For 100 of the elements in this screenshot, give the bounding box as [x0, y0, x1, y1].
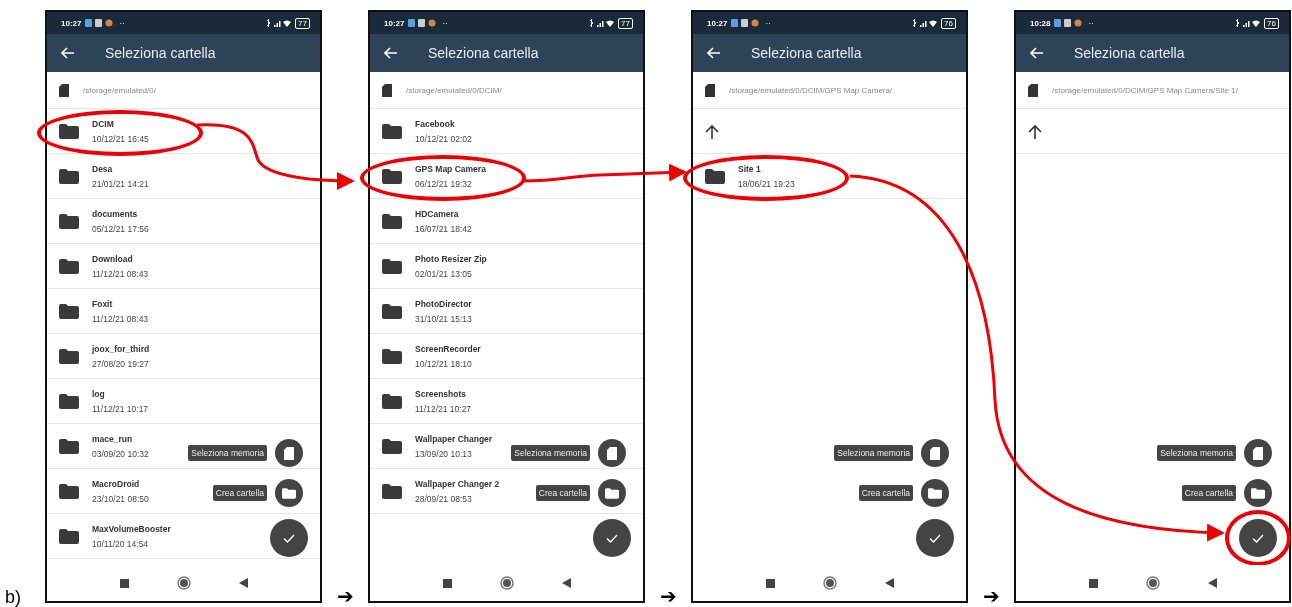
signal-icon: [1234, 18, 1261, 28]
battery-indicator: 76: [1264, 17, 1279, 29]
folder-row[interactable]: Desa 21/01/21 14:21: [47, 154, 320, 199]
folder-row[interactable]: DCIM 10/12/21 16:45: [47, 109, 320, 154]
folder-row[interactable]: HDCamera 16/07/21 18:42: [370, 199, 643, 244]
new-folder-button[interactable]: [921, 479, 949, 507]
recent-apps-icon[interactable]: [765, 578, 775, 588]
signal-icon: [911, 18, 938, 28]
folder-date: 31/10/21 15:13: [415, 313, 472, 324]
folder-name: documents: [92, 208, 139, 219]
tooltip-label: Seleziona memoria: [1157, 445, 1236, 461]
home-icon[interactable]: [822, 576, 837, 590]
folder-icon: [382, 348, 402, 364]
select-storage-button[interactable]: [1244, 439, 1272, 467]
tooltip-label: Seleziona memoria: [511, 445, 590, 461]
folder-row[interactable]: log 11/12/21 10:17: [47, 379, 320, 424]
battery-indicator: 77: [618, 17, 633, 29]
recent-apps-icon[interactable]: [119, 578, 129, 588]
step-arrow: ➔: [658, 585, 678, 607]
folder-name: log: [92, 388, 106, 399]
folder-icon: [382, 303, 402, 319]
sd-card-icon: [930, 446, 940, 460]
tooltip-label: Crea cartella: [1181, 485, 1236, 501]
folder-icon: [59, 483, 79, 499]
sd-card-icon: [382, 83, 392, 97]
folder-date: 10/12/21 02:02: [415, 133, 472, 144]
recent-apps-icon[interactable]: [1088, 578, 1098, 588]
sd-card-icon: [607, 446, 617, 460]
new-folder-button[interactable]: [1244, 479, 1272, 507]
battery-indicator: 76: [941, 17, 956, 29]
folder-icon: [59, 123, 79, 139]
select-storage-button[interactable]: [275, 439, 303, 467]
status-more: ··: [765, 18, 771, 28]
folder-name: Site 1: [738, 163, 762, 174]
status-time: 10:27: [61, 18, 82, 28]
status-time: 10:27: [707, 18, 728, 28]
folder-path: /storage/emulated/0/: [83, 85, 156, 95]
back-nav-icon[interactable]: [238, 578, 248, 588]
sd-card-icon: [1253, 446, 1263, 460]
confirm-button[interactable]: [1239, 519, 1277, 557]
folder-row[interactable]: ScreenRecorder 10/12/21 18:10: [370, 334, 643, 379]
folder-name: Wallpaper Changer: [415, 433, 493, 444]
select-storage-button[interactable]: [598, 439, 626, 467]
checkmark-icon: [929, 533, 941, 543]
back-nav-icon[interactable]: [1207, 578, 1217, 588]
folder-icon: [382, 258, 402, 274]
folder-name: MacroDroid: [92, 478, 141, 489]
folder-name: Photo Resizer Zip: [415, 253, 487, 264]
folder-row[interactable]: Site 1 18/06/21 19:23: [693, 154, 966, 199]
recent-apps-icon[interactable]: [442, 578, 452, 588]
folder-path: /storage/emulated/0/DCIM/: [406, 85, 502, 95]
confirm-button[interactable]: [916, 519, 954, 557]
folder-date: 06/12/21 19:32: [415, 178, 473, 189]
folder-date: 03/09/20 10:32: [92, 448, 149, 459]
folder-path: /storage/emulated/0/DCIM/GPS Map Camera/Site 1/: [1052, 85, 1238, 95]
folder-icon: [705, 168, 725, 184]
folder-icon: [382, 438, 402, 454]
folder-row[interactable]: Facebook 10/12/21 02:02: [370, 109, 643, 154]
status-more: ··: [442, 18, 448, 28]
folder-row[interactable]: Photo Resizer Zip 02/01/21 13:05: [370, 244, 643, 289]
up-arrow-icon: [705, 123, 719, 139]
back-icon[interactable]: [61, 47, 75, 59]
folder-row[interactable]: Foxit 11/12/21 08:43: [47, 289, 320, 334]
back-nav-icon[interactable]: [561, 578, 571, 588]
checkmark-icon: [283, 533, 295, 543]
new-folder-button[interactable]: [275, 479, 303, 507]
folder-row[interactable]: PhotoDirector 31/10/21 15:13: [370, 289, 643, 334]
folder-name: GPS Map Camera: [415, 163, 486, 174]
back-icon[interactable]: [384, 47, 398, 59]
sd-card-icon: [59, 83, 69, 97]
folder-name: Screenshots: [415, 388, 468, 399]
folder-name: Wallpaper Changer 2: [415, 478, 500, 489]
status-more: ··: [1088, 18, 1094, 28]
folder-row[interactable]: documents 05/12/21 17:56: [47, 199, 320, 244]
folder-row[interactable]: joox_for_third 27/08/20 19:27: [47, 334, 320, 379]
folder-icon: [59, 258, 79, 274]
back-nav-icon[interactable]: [884, 578, 894, 588]
home-icon[interactable]: [176, 576, 191, 590]
folder-name: joox_for_third: [92, 343, 150, 354]
select-storage-button[interactable]: [921, 439, 949, 467]
folder-icon: [382, 483, 402, 499]
folder-date: 18/06/21 19:23: [738, 178, 795, 189]
folder-row[interactable]: Download 11/12/21 08:43: [47, 244, 320, 289]
folder-icon: [59, 393, 79, 409]
back-icon[interactable]: [707, 47, 721, 59]
confirm-button[interactable]: [593, 519, 631, 557]
home-icon[interactable]: [1145, 576, 1160, 590]
status-time: 10:28: [1030, 18, 1051, 28]
confirm-button[interactable]: [270, 519, 308, 557]
signal-icon: [588, 18, 615, 28]
folder-icon: [382, 123, 402, 139]
folder-name: DCIM: [92, 118, 115, 129]
folder-row[interactable]: Screenshots 11/12/21 10:27: [370, 379, 643, 424]
folder-row[interactable]: GPS Map Camera 06/12/21 19:32: [370, 154, 643, 199]
folder-icon: [1251, 487, 1265, 499]
home-icon[interactable]: [499, 576, 514, 590]
folder-name: MaxVolumeBooster: [92, 523, 171, 534]
new-folder-button[interactable]: [598, 479, 626, 507]
back-icon[interactable]: [1030, 47, 1044, 59]
folder-icon: [59, 348, 79, 364]
